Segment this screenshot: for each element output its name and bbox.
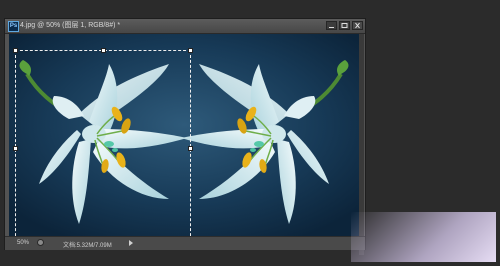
image-canvas[interactable]: [9, 34, 359, 255]
minimize-button[interactable]: [326, 21, 337, 30]
close-icon: [355, 22, 360, 29]
document-title: 4.jpg @ 50% (图层 1, RGB/8#) *: [20, 22, 121, 29]
photoshop-logo-icon: Ps: [8, 21, 19, 32]
zoom-level[interactable]: 50%: [17, 240, 29, 246]
minimize-icon: [329, 27, 334, 28]
document-size: 文档:5.32M/7.09M: [63, 243, 112, 249]
close-button[interactable]: [352, 21, 363, 30]
maximize-icon: [341, 23, 348, 28]
document-window: Ps 4.jpg @ 50% (图层 1, RGB/8#) * 50% 文档:5…: [4, 18, 366, 255]
status-bar: 50% 文档:5.32M/7.09M: [5, 236, 365, 250]
status-menu-arrow-icon[interactable]: [129, 240, 133, 246]
maximize-button[interactable]: [339, 21, 350, 30]
watermark-overlay: [351, 212, 496, 262]
lily-image: [9, 34, 359, 236]
info-icon[interactable]: [37, 239, 44, 246]
title-bar[interactable]: Ps 4.jpg @ 50% (图层 1, RGB/8#) *: [5, 19, 365, 34]
